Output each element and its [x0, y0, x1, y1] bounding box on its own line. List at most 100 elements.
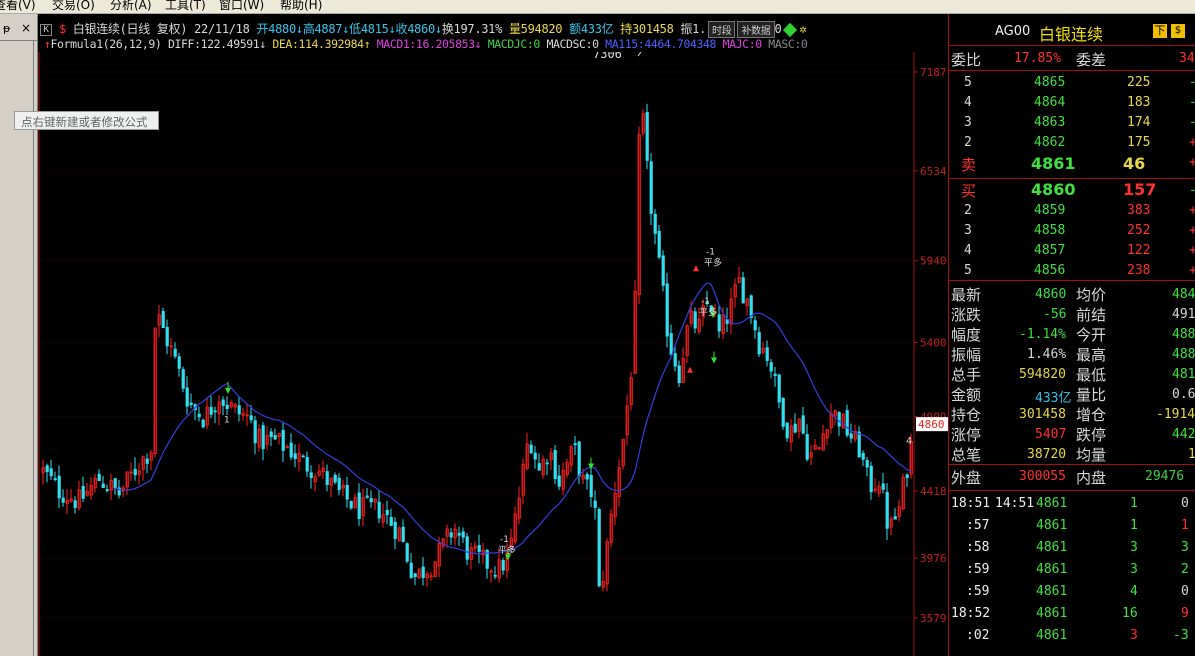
menu-tools[interactable]: 工具(T) — [165, 0, 206, 13]
stat-row: 总笔 38720 均量 1 — [949, 444, 1195, 464]
candle-body — [81, 486, 85, 499]
period-button[interactable]: 时段 — [708, 21, 736, 38]
ask-price: 4862 — [1034, 135, 1066, 150]
menu-analysis[interactable]: 分析(A) — [110, 0, 152, 13]
signal-label: 平多 — [699, 306, 717, 318]
bid-price: 4858 — [1034, 223, 1066, 238]
settings-icon[interactable]: ✲ — [799, 22, 806, 36]
quote-panel: AG00 白银连续 下 $ 委比 17.85% 委差 34 54865225-4… — [948, 14, 1195, 656]
ask-change: - — [1189, 95, 1195, 110]
stat-value: 442 — [1172, 427, 1195, 442]
ask-row[interactable]: 2 4862 175 + — [949, 132, 1195, 152]
candle-body — [413, 573, 417, 578]
ask-row[interactable]: 卖 4861 46 + — [949, 152, 1195, 174]
candle-body — [165, 326, 169, 347]
candle-body — [777, 374, 781, 403]
divider — [949, 490, 1195, 491]
ask-level: 4 — [964, 95, 972, 110]
candle-body — [173, 348, 177, 357]
stat-row: 振幅 1.46% 最高 488 — [949, 344, 1195, 364]
tick-time: 18:52 — [951, 606, 991, 621]
axis-tick-label: 7187 — [920, 66, 947, 79]
signal-label: -1 — [701, 297, 710, 307]
candle-body — [597, 509, 601, 587]
arrow-up-icon: ↑ — [363, 37, 371, 51]
tick-price: 4861 — [1036, 496, 1068, 511]
bid-row[interactable]: 2 4859 383 + — [949, 200, 1195, 220]
stat-value: 488 — [1172, 347, 1195, 362]
tick-time: :57 — [966, 518, 990, 533]
high-value: 高4887 — [302, 22, 343, 36]
dollar-button[interactable]: $ — [1171, 24, 1185, 38]
tick-position: 1 — [1181, 518, 1189, 533]
candle-body — [465, 536, 469, 560]
sell-signal-arrow — [693, 265, 699, 272]
ask-row[interactable]: 5 4865 225 - — [949, 72, 1195, 92]
stat-value: 484 — [1172, 287, 1195, 302]
low-value: 低4815 — [349, 22, 389, 36]
candle-body — [449, 532, 453, 538]
bid-row[interactable]: 买 4860 157 - — [949, 180, 1195, 200]
candle-body — [105, 489, 109, 492]
quote-header: AG00 白银连续 下 $ — [949, 21, 1195, 44]
candle-body — [309, 472, 313, 479]
candle-body — [545, 462, 549, 465]
ask-change: + — [1189, 155, 1195, 170]
candle-body — [213, 410, 217, 413]
ask-price: 4865 — [1034, 75, 1066, 90]
menu-trade[interactable]: 交易(O) — [52, 0, 95, 13]
signal-label: 平多 — [704, 256, 722, 268]
trailing-value: 0 — [774, 22, 782, 36]
formula-name[interactable]: Formula1(26,12,9) — [51, 37, 162, 51]
stat-label: 跌停 — [1076, 426, 1107, 444]
bid-price: 4857 — [1034, 243, 1066, 258]
dollar-icon[interactable]: $ — [59, 22, 66, 36]
tick-price: 4861 — [1036, 540, 1068, 555]
close-icon[interactable]: × — [21, 21, 31, 35]
stat-row: 幅度 -1.14% 今开 488 — [949, 324, 1195, 344]
stat-label: 均价 — [1076, 286, 1107, 304]
divider — [0, 40, 37, 41]
tick-volume: 4 — [1130, 584, 1138, 599]
price-axis: 71876534594054004909441839763579 — [914, 66, 947, 625]
menu-view[interactable]: 查看(V) — [0, 0, 36, 13]
stat-value: 594820 — [1019, 367, 1066, 382]
k-type-button[interactable]: K — [40, 23, 52, 36]
candle-body — [589, 474, 593, 498]
bar-date: 22/11/18 — [194, 22, 250, 36]
menu-help[interactable]: 帮助(H) — [280, 0, 322, 13]
candle-body — [661, 255, 665, 286]
ask-row[interactable]: 3 4863 174 - — [949, 112, 1195, 132]
buy-signal-arrow — [225, 387, 231, 394]
ask-price: 4864 — [1034, 95, 1066, 110]
stat-value: 1 — [1188, 447, 1195, 462]
candle-body — [177, 356, 181, 369]
fill-data-button[interactable]: 补数据 — [737, 21, 775, 38]
order-button[interactable]: 下 — [1153, 24, 1167, 38]
bid-row[interactable]: 4 4857 122 + — [949, 240, 1195, 260]
menu-window[interactable]: 窗口(W) — [219, 0, 264, 13]
green-diamond-icon[interactable] — [783, 22, 798, 37]
divider — [949, 464, 1195, 465]
candle-body — [333, 474, 337, 483]
stat-row: 最新 4860 均价 484 — [949, 284, 1195, 304]
tick-price: 4861 — [1036, 562, 1068, 577]
bid-row[interactable]: 5 4856 238 + — [949, 260, 1195, 280]
candle-body — [201, 419, 205, 428]
turnover-value: 换197.31% — [441, 22, 503, 36]
ma115-value: MA115:4464.704348 — [605, 37, 717, 51]
bid-row[interactable]: 3 4858 252 + — [949, 220, 1195, 240]
stat-value: 481 — [1172, 367, 1195, 382]
outer-value: 300055 — [1019, 469, 1066, 484]
masc-value: MASC:0 — [768, 37, 808, 51]
chart-info-bar: K $ 白银连续(日线 复权) 22/11/18 开4880↓高4887↓低48… — [40, 20, 807, 38]
candle-body — [161, 311, 165, 328]
kline-chart[interactable]: 71876534594054004909441839763579 7306486… — [38, 52, 948, 656]
stat-value: 488 — [1172, 327, 1195, 342]
candle-body — [249, 415, 253, 421]
ask-row[interactable]: 4 4864 183 - — [949, 92, 1195, 112]
stat-label: 总手 — [951, 366, 982, 384]
bid-volume: 383 — [1127, 203, 1151, 218]
pin-icon[interactable]: ᵽ — [3, 22, 10, 35]
candle-body — [649, 161, 653, 214]
